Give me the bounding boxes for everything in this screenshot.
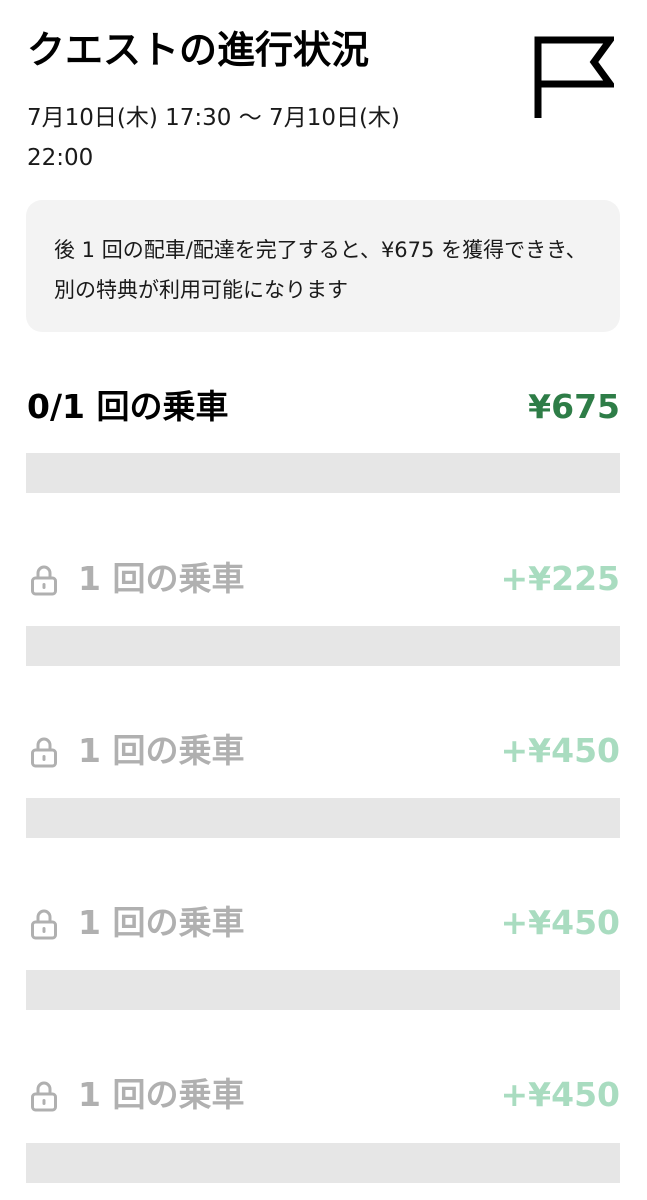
progress-row: 0/1 回の乗車 ¥675 xyxy=(27,382,620,432)
tier-amount: +¥450 xyxy=(500,903,621,942)
progress-label: 0/1 回の乗車 xyxy=(27,387,229,426)
page-title: クエストの進行状況 xyxy=(27,28,370,72)
info-message: 後 1 回の配車/配達を完了すると、¥675 を獲得できき、別の特典が利用可能に… xyxy=(54,238,587,302)
quest-progress-screen: クエストの進行状況 7月10日(木) 17:30 〜 7月10日(木) 22:0… xyxy=(0,0,647,1200)
tier-label: 1 回の乗車 xyxy=(78,1075,245,1114)
progress-bar xyxy=(26,453,620,493)
tier-amount: +¥450 xyxy=(500,1075,621,1114)
tier-bar xyxy=(26,798,620,838)
date-range: 7月10日(木) 17:30 〜 7月10日(木) 22:00 xyxy=(27,105,400,171)
lock-icon xyxy=(31,909,57,940)
tier-bar xyxy=(26,626,620,666)
tier-label: 1 回の乗車 xyxy=(78,903,245,942)
tier-bar xyxy=(26,1143,620,1183)
info-card: 後 1 回の配車/配達を完了すると、¥675 を獲得できき、別の特典が利用可能に… xyxy=(26,200,620,332)
tier-amount: +¥225 xyxy=(500,559,621,598)
flag-icon xyxy=(534,36,614,118)
lock-icon xyxy=(31,565,57,596)
tier-label: 1 回の乗車 xyxy=(78,731,245,770)
tier-label: 1 回の乗車 xyxy=(78,559,245,598)
header: クエストの進行状況 7月10日(木) 17:30 〜 7月10日(木) 22:0… xyxy=(27,22,527,178)
tier-row: 1 回の乗車 +¥225 xyxy=(30,554,620,604)
progress-amount: ¥675 xyxy=(528,387,620,426)
lock-icon xyxy=(31,737,57,768)
tier-bar xyxy=(26,970,620,1010)
tier-row: 1 回の乗車 +¥450 xyxy=(30,898,620,948)
tier-row: 1 回の乗車 +¥450 xyxy=(30,726,620,776)
lock-icon xyxy=(31,1081,57,1112)
tier-row: 1 回の乗車 +¥450 xyxy=(30,1070,620,1120)
tier-amount: +¥450 xyxy=(500,731,621,770)
